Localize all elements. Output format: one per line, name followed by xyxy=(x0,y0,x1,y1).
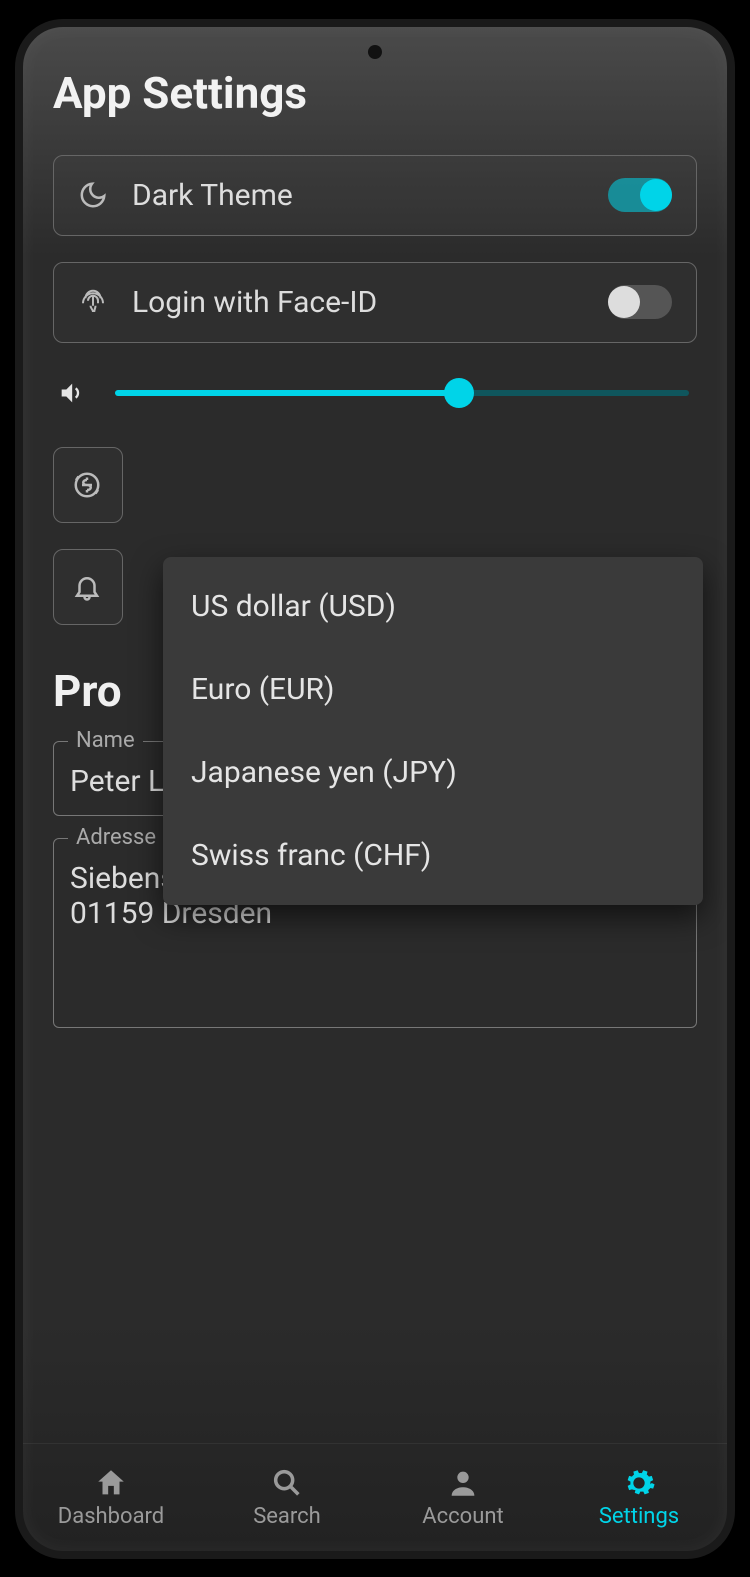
person-icon xyxy=(446,1466,480,1500)
setting-label: Login with Face-ID xyxy=(132,285,584,320)
nav-label: Dashboard xyxy=(58,1504,164,1529)
field-label: Name xyxy=(68,728,143,753)
slider-fill xyxy=(115,390,459,396)
search-icon xyxy=(270,1466,304,1500)
currency-exchange-icon xyxy=(72,470,102,500)
slider-thumb[interactable] xyxy=(444,378,474,408)
home-icon xyxy=(94,1466,128,1500)
nav-settings[interactable]: Settings xyxy=(551,1444,727,1551)
face-id-toggle[interactable] xyxy=(608,285,672,319)
nav-label: Search xyxy=(253,1504,321,1529)
page-title: App Settings xyxy=(53,67,697,119)
volume-icon xyxy=(57,379,85,407)
dropdown-option-chf[interactable]: Swiss franc (CHF) xyxy=(163,814,703,897)
nav-dashboard[interactable]: Dashboard xyxy=(23,1444,199,1551)
dropdown-option-eur[interactable]: Euro (EUR) xyxy=(163,648,703,731)
dropdown-option-jpy[interactable]: Japanese yen (JPY) xyxy=(163,731,703,814)
nav-label: Account xyxy=(422,1504,503,1529)
fingerprint-icon xyxy=(78,287,108,317)
field-label: Adresse xyxy=(68,825,164,850)
nav-account[interactable]: Account xyxy=(375,1444,551,1551)
currency-dropdown[interactable]: US dollar (USD) Euro (EUR) Japanese yen … xyxy=(163,557,703,905)
setting-label: Dark Theme xyxy=(132,178,584,213)
bell-icon xyxy=(72,572,102,602)
volume-slider[interactable] xyxy=(115,390,689,396)
gear-icon xyxy=(622,1466,656,1500)
setting-face-id[interactable]: Login with Face-ID xyxy=(53,262,697,343)
bottom-nav: Dashboard Search Account Settings xyxy=(23,1443,727,1551)
nav-search[interactable]: Search xyxy=(199,1444,375,1551)
volume-row xyxy=(53,369,697,417)
setting-notifications[interactable] xyxy=(53,549,123,625)
dropdown-option-usd[interactable]: US dollar (USD) xyxy=(163,565,703,648)
nav-label: Settings xyxy=(599,1504,679,1529)
setting-currency[interactable] xyxy=(53,447,123,523)
moon-icon xyxy=(78,180,108,210)
dark-theme-toggle[interactable] xyxy=(608,178,672,212)
setting-dark-theme[interactable]: Dark Theme xyxy=(53,155,697,236)
